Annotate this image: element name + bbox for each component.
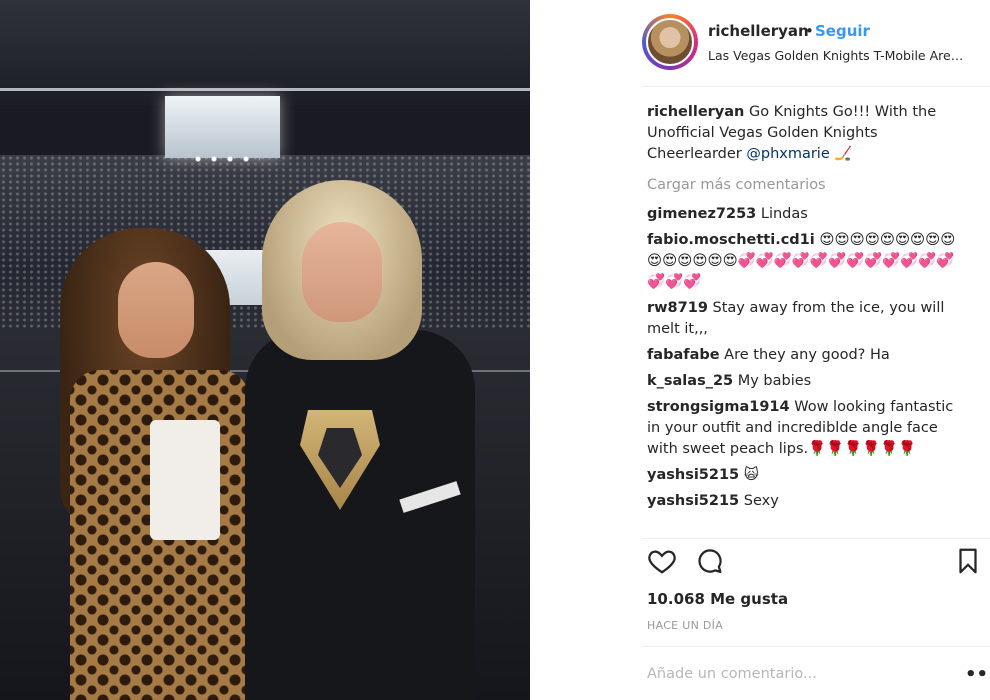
comment-box-divider [642,646,990,647]
header-separator: • [805,22,814,40]
comment-username[interactable]: gimenez7253 [647,206,756,222]
comment-icon[interactable] [695,546,725,576]
comment-text: My babies [733,373,812,389]
more-options-icon[interactable]: ••• [965,664,990,685]
likes-count[interactable]: 10.068 Me gusta [647,590,788,608]
comment-text: Lindas [756,206,808,222]
arena-lights [190,155,260,163]
header-username[interactable]: richelleryan [708,22,809,40]
comment-item: fabio.moschetti.cd1i 😍😍😍😍😍😍😍😍😍😍😍😍😍😍😍💞💞💞💞… [647,230,967,293]
right-person-face [302,222,382,322]
caption: richelleryan Go Knights Go!!! With the U… [647,102,967,165]
comment-username[interactable]: rw8719 [647,300,708,316]
post-actions [647,546,977,580]
caption-mention[interactable]: @phxmarie [746,146,829,162]
comment-item: strongsigma1914 Wow looking fantastic in… [647,397,967,460]
comment-item: yashsi5215 🙀 [647,465,967,486]
post-photo[interactable] [0,0,530,700]
comments-list: richelleryan Go Knights Go!!! With the U… [647,102,967,517]
load-more-comments-button[interactable]: Cargar más comentarios [647,175,967,196]
comment-item: yashsi5215 Sexy [647,491,967,512]
right-person-jersey [245,330,475,700]
comment-text: Sexy [739,493,779,509]
post-header: richelleryan • Seguir Las Vegas Golden K… [530,0,990,86]
comment-username[interactable]: k_salas_25 [647,373,733,389]
comment-username[interactable]: fabafabe [647,347,720,363]
comment-username[interactable]: yashsi5215 [647,493,739,509]
caption-username[interactable]: richelleryan [647,104,744,120]
left-person-face [118,262,194,358]
follow-button[interactable]: Seguir [815,22,870,40]
heart-icon[interactable] [647,546,677,576]
comment-item: fabafabe Are they any good? Ha [647,345,967,366]
comment-username[interactable]: yashsi5215 [647,467,739,483]
comment-username[interactable]: fabio.moschetti.cd1i [647,232,815,248]
jumbotron [165,96,280,158]
caption-emoji: 🏒 [829,146,853,162]
header-divider [642,86,990,87]
comment-text: 🙀 [739,467,759,483]
actions-divider [642,538,990,539]
left-person-top [150,420,220,540]
avatar[interactable] [646,18,694,66]
add-comment-input[interactable]: Añade un comentario... [647,666,907,682]
bookmark-icon[interactable] [953,546,983,576]
comment-text: Are they any good? Ha [719,347,890,363]
comment-item: gimenez7253 Lindas [647,204,967,225]
comment-item: k_salas_25 My babies [647,371,967,392]
comment-item: rw8719 Stay away from the ice, you will … [647,298,967,340]
location-link[interactable]: Las Vegas Golden Knights T-Mobile Are… [708,48,963,63]
arena-beam [0,88,530,91]
comment-username[interactable]: strongsigma1914 [647,399,790,415]
post-side-panel: richelleryan • Seguir Las Vegas Golden K… [530,0,990,700]
post-timestamp[interactable]: HACE UN DÍA [647,619,723,632]
